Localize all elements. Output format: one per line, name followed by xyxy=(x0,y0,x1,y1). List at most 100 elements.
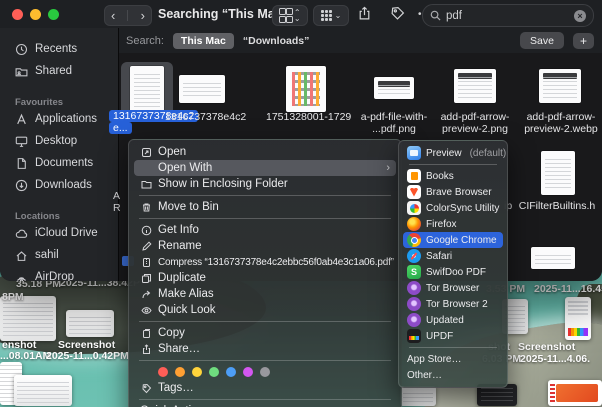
file-item[interactable] xyxy=(286,66,326,112)
window-title: Searching “This Mac” xyxy=(158,7,288,21)
forward-button[interactable]: › xyxy=(141,8,145,23)
desktop-file-thumbnail[interactable] xyxy=(14,375,72,406)
submenu-item-label: App Store… xyxy=(407,353,462,365)
menu-item-rename[interactable]: Rename xyxy=(134,238,396,254)
file-label[interactable]: CIFilterBuiltins.h xyxy=(511,200,602,212)
scope-downloads[interactable]: “Downloads” xyxy=(243,35,310,47)
menu-item-make-alias[interactable]: Make Alias xyxy=(134,286,396,302)
submenu-item-swifdoo-pdf[interactable]: SwifDoo PDF xyxy=(403,264,503,280)
tag-color-green[interactable] xyxy=(209,366,219,377)
menu-item-tags[interactable]: Tags… xyxy=(134,380,396,396)
file-item-pdf[interactable] xyxy=(130,66,164,112)
menu-item-move-to-bin[interactable]: Move to Bin xyxy=(134,199,396,215)
file-label[interactable]: add-pdf-arrow- xyxy=(520,111,602,123)
file-label[interactable]: 1751328001-1729 xyxy=(266,111,351,123)
menu-item-quick-actions[interactable]: Quick Actions › xyxy=(134,403,396,407)
file-label[interactable]: a-pdf-file-with- xyxy=(354,111,434,123)
submenu-item-colorsync-utility[interactable]: ColorSync Utility xyxy=(403,200,503,216)
file-label-line2[interactable]: preview-2.webp xyxy=(520,123,602,135)
close-button[interactable] xyxy=(12,9,23,20)
menu-item-copy[interactable]: Copy xyxy=(134,325,396,341)
submenu-item-tor-browser-2[interactable]: Tor Browser 2 xyxy=(403,296,503,312)
submenu-item-safari[interactable]: Safari xyxy=(403,248,503,264)
submenu-item-tor-browser[interactable]: Tor Browser xyxy=(403,280,503,296)
add-criteria-button[interactable]: + xyxy=(572,32,594,49)
menu-item-compress[interactable]: Compress “1316737378e4c2ebbc56f0ab4e3c1a… xyxy=(134,254,396,270)
tag-color-purple[interactable] xyxy=(243,366,253,377)
sidebar-item-downloads[interactable]: Downloads xyxy=(0,174,118,196)
menu-item-share[interactable]: Share… xyxy=(134,341,396,357)
tag-color-gray[interactable] xyxy=(260,366,270,377)
submenu-item-label: Tor Browser 2 xyxy=(426,298,488,310)
file-item[interactable] xyxy=(374,77,414,99)
desktop-file-label: Screenshot xyxy=(518,341,576,353)
sidebar-item-recents[interactable]: Recents xyxy=(0,38,118,60)
file-item[interactable] xyxy=(531,247,575,269)
submenu-item-brave-browser[interactable]: Brave Browser xyxy=(403,184,503,200)
submenu-item-updf[interactable]: UPDF xyxy=(403,328,503,344)
desktop-file-thumbnail[interactable] xyxy=(66,310,114,337)
save-search-button[interactable]: Save xyxy=(520,32,564,49)
menu-divider xyxy=(139,195,391,196)
menu-item-duplicate[interactable]: Duplicate xyxy=(134,270,396,286)
tag-color-row xyxy=(134,364,396,379)
menu-item-label: Open With xyxy=(158,162,213,174)
sidebar-item-icloud-drive[interactable]: iCloud Drive xyxy=(0,222,118,244)
submenu-item-firefox[interactable]: Firefox xyxy=(403,216,503,232)
sidebar-item-label: iCloud Drive xyxy=(35,227,98,239)
zoom-button[interactable] xyxy=(48,9,59,20)
desktop-file-thumbnail[interactable] xyxy=(565,297,591,340)
search-field[interactable]: pdf × xyxy=(422,4,594,27)
submenu-item-other[interactable]: Other… xyxy=(403,367,503,383)
sidebar-item-applications[interactable]: Applications xyxy=(0,108,118,130)
tag-color-yellow[interactable] xyxy=(192,366,202,377)
menu-item-label: Open xyxy=(158,146,187,158)
sidebar-item-shared[interactable]: Shared xyxy=(0,60,118,82)
submenu-item-updated[interactable]: Updated xyxy=(403,312,503,328)
trash-icon xyxy=(140,202,152,213)
tag-color-orange[interactable] xyxy=(175,366,185,377)
sidebar-item-desktop[interactable]: Desktop xyxy=(0,130,118,152)
file-item[interactable] xyxy=(539,69,581,103)
view-switcher-button[interactable]: ⌃ ⌄ xyxy=(272,5,308,26)
tag-icon xyxy=(391,6,405,20)
menu-item-get-info[interactable]: Get Info xyxy=(134,222,396,238)
desktop-file-thumbnail[interactable] xyxy=(400,386,436,406)
tags-button[interactable] xyxy=(390,6,405,21)
submenu-item-app-store[interactable]: App Store… xyxy=(403,351,503,367)
open-with-submenu: Preview (default) Books Brave Browser Co… xyxy=(398,140,508,388)
menu-item-quick-look[interactable]: Quick Look xyxy=(134,302,396,318)
group-by-button[interactable]: ⌄ xyxy=(313,5,349,26)
sidebar: Recents Shared Favourites Applications D… xyxy=(0,28,119,281)
scope-this-mac[interactable]: This Mac xyxy=(172,32,234,49)
menu-item-show-in-enclosing-folder[interactable]: Show in Enclosing Folder xyxy=(134,176,396,192)
menu-item-open[interactable]: Open xyxy=(134,144,396,160)
file-item[interactable] xyxy=(454,69,496,103)
back-button[interactable]: ‹ xyxy=(111,8,115,23)
submenu-item-books[interactable]: Books xyxy=(403,168,503,184)
sidebar-item-documents[interactable]: Documents xyxy=(0,152,118,174)
tag-color-red[interactable] xyxy=(158,366,168,377)
sidebar-item-airdrop[interactable]: AirDrop xyxy=(0,266,118,281)
file-item-header[interactable] xyxy=(541,151,575,195)
file-label-line2[interactable]: ...pdf.png xyxy=(354,123,434,135)
desktop-file-thumbnail[interactable] xyxy=(548,380,602,406)
submenu-item-preview[interactable]: Preview (default) xyxy=(403,145,506,161)
share-button[interactable] xyxy=(357,6,372,21)
file-label-line2[interactable]: preview-2.png xyxy=(435,123,515,135)
submenu-item-label: SwifDoo PDF xyxy=(426,266,487,278)
clear-search-icon[interactable]: × xyxy=(574,9,586,22)
file-label[interactable]: 1316737378e4c2 xyxy=(165,111,246,123)
file-label-line2[interactable]: e... xyxy=(109,122,133,134)
document-icon xyxy=(17,157,26,169)
sidebar-item-home[interactable]: sahil xyxy=(0,244,118,266)
submenu-item-google-chrome[interactable]: Google Chrome xyxy=(403,232,503,248)
updown-chevron-icon: ⌃ ⌄ xyxy=(293,7,301,23)
minimize-button[interactable] xyxy=(30,9,41,20)
tag-color-blue[interactable] xyxy=(226,366,236,377)
file-label[interactable]: add-pdf-arrow- xyxy=(435,111,515,123)
file-item[interactable] xyxy=(179,75,225,103)
nav-divider xyxy=(127,10,129,21)
menu-item-open-with[interactable]: Open With › xyxy=(134,160,396,176)
desktop: 35.18 PM 2025-11...38.42P 8PM enshot ...… xyxy=(0,0,602,407)
